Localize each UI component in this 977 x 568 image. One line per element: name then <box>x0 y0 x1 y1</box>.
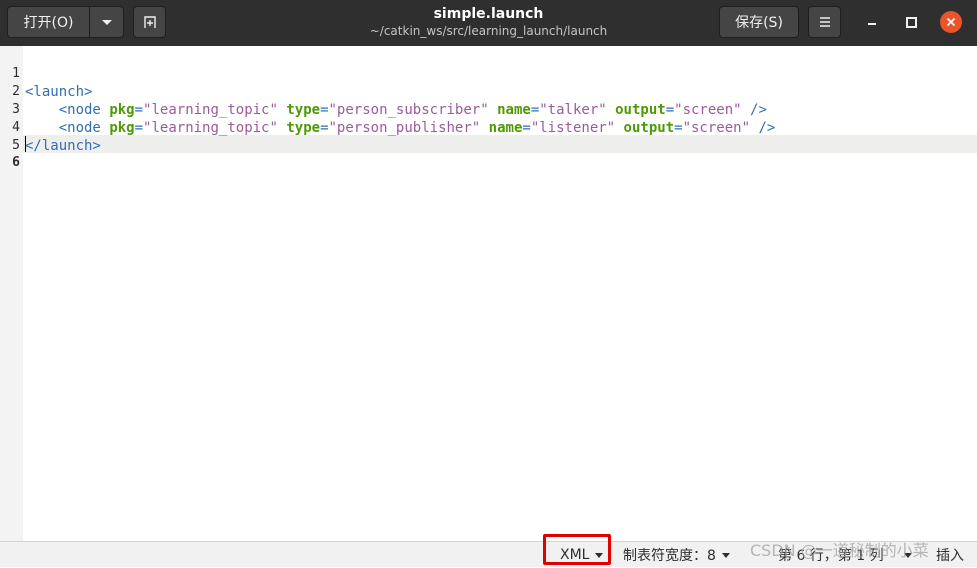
new-tab-button[interactable] <box>133 6 166 38</box>
window-title-area: simple.launch ~/catkin_ws/src/learning_l… <box>300 6 677 39</box>
text-editor-area[interactable]: 1 <launch> 2 <node pkg="learning_topic" … <box>0 46 977 541</box>
current-line-highlight <box>23 135 977 153</box>
window-title: simple.launch <box>433 6 544 22</box>
save-button-label: 保存(S) <box>735 15 783 31</box>
code-text: </launch> <box>25 138 101 154</box>
text-cursor <box>25 136 26 152</box>
code-line: 5 <box>0 119 34 153</box>
code-text: <node pkg="learning_topic" type="person_… <box>58 120 776 136</box>
minimize-icon <box>868 23 876 25</box>
header-bar: 打开(O) simple.launch ~/catkin_ws/src/lear… <box>0 0 977 46</box>
chevron-down-icon <box>101 19 112 25</box>
code-line-current: 6 <box>0 136 34 170</box>
new-document-icon <box>143 16 156 28</box>
tab-width-selector[interactable]: 制表符宽度：8 <box>623 542 730 568</box>
line-number-current: 6 <box>12 155 20 170</box>
insert-mode-indicator[interactable]: 插入 <box>936 542 964 568</box>
close-button[interactable] <box>940 11 962 33</box>
watermark-text: CSDN @一道秘制的小菜 <box>750 541 929 560</box>
open-recent-dropdown-button[interactable] <box>89 6 124 38</box>
open-button[interactable]: 打开(O) <box>7 6 90 38</box>
open-button-label: 打开(O) <box>23 15 74 31</box>
code-line: 3 <node pkg="learning_topic" type="perso… <box>0 83 775 136</box>
maximize-icon <box>905 16 917 28</box>
code-text: <node pkg="learning_topic" type="person_… <box>58 102 767 118</box>
minimize-button[interactable] <box>863 13 881 31</box>
maximize-button[interactable] <box>902 13 920 31</box>
code-line: 1 <launch> <box>0 47 92 100</box>
code-line: 2 <node pkg="learning_topic" type="perso… <box>0 65 767 118</box>
code-line: 4 </launch> <box>0 101 101 154</box>
tab-width-label: 制表符宽度：8 <box>623 548 716 564</box>
code-text: <launch> <box>25 84 93 100</box>
hamburger-menu-button[interactable] <box>808 6 841 38</box>
window-subtitle-path: ~/catkin_ws/src/learning_launch/launch <box>369 24 608 38</box>
close-icon <box>946 17 956 27</box>
save-button[interactable]: 保存(S) <box>719 6 799 38</box>
insert-mode-label: 插入 <box>936 548 964 564</box>
red-annotation-box <box>543 534 611 565</box>
hamburger-menu-icon <box>819 17 830 27</box>
chevron-down-icon <box>721 552 730 558</box>
